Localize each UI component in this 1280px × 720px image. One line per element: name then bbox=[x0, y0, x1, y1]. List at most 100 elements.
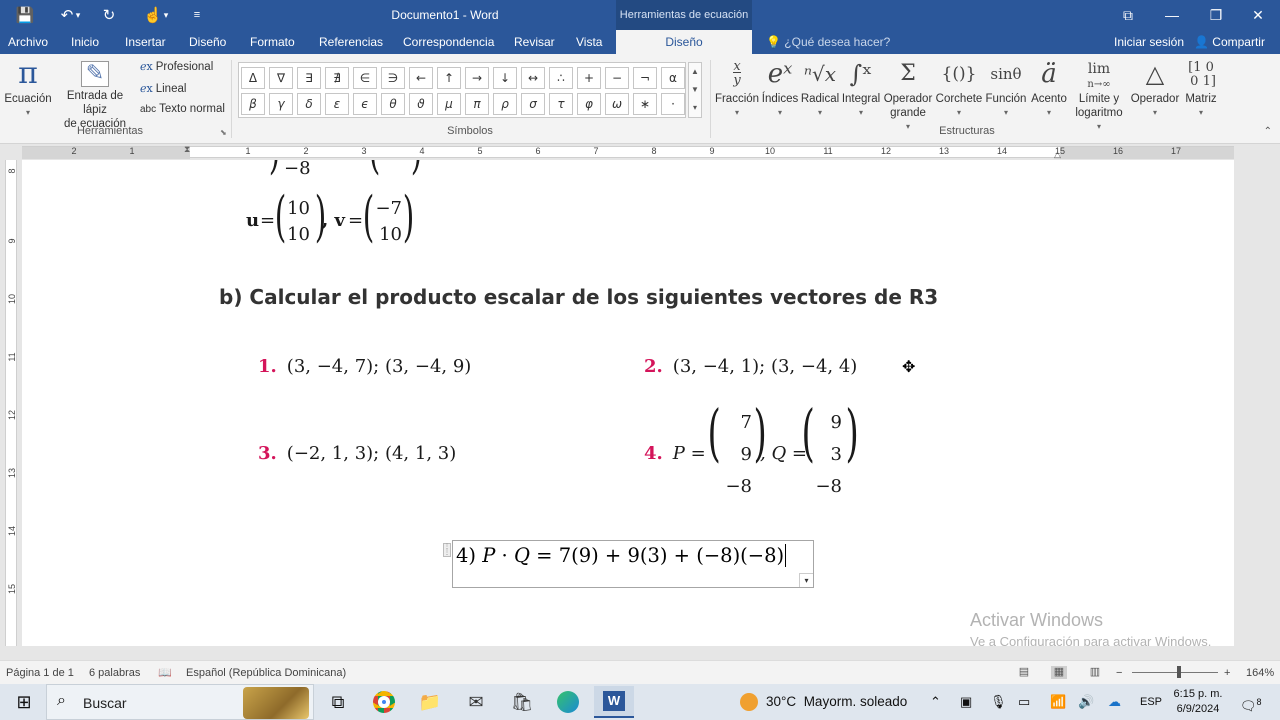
integral-button[interactable]: ∫ˣ Integral ▾ bbox=[840, 58, 882, 120]
proofing-icon[interactable]: 📖 bbox=[158, 661, 172, 685]
web-layout-icon[interactable]: ▥ bbox=[1087, 666, 1103, 679]
horizontal-ruler[interactable]: 2 1 1 2 3 4 5 6 7 8 9 10 11 12 13 14 15 … bbox=[0, 144, 1280, 160]
print-layout-icon[interactable]: ▦ bbox=[1051, 666, 1067, 679]
onedrive-icon[interactable]: ☁ bbox=[1108, 684, 1121, 720]
symbol-button[interactable]: μ bbox=[437, 93, 461, 115]
wifi-icon[interactable]: 📶 bbox=[1050, 684, 1066, 720]
normal-text-option[interactable]: abc Texto normal bbox=[140, 103, 225, 115]
mail-icon[interactable]: ✉ bbox=[456, 686, 496, 718]
symbol-button[interactable]: τ bbox=[549, 93, 573, 115]
symbol-button[interactable]: → bbox=[465, 67, 489, 89]
symbol-button[interactable]: π bbox=[465, 93, 489, 115]
minimize-button[interactable]: — bbox=[1150, 0, 1194, 30]
undo-dropdown-icon[interactable]: ▾ bbox=[70, 0, 86, 30]
tab-revisar[interactable]: Revisar bbox=[506, 30, 563, 54]
accent-button[interactable]: ä Acento ▾ bbox=[1028, 58, 1070, 120]
limit-log-button[interactable]: lim n→∞ Límite y logaritmo ▾ bbox=[1070, 58, 1128, 134]
tab-insertar[interactable]: Insertar bbox=[117, 30, 174, 54]
equation-content[interactable]: 4) P · Q = 7(9) + 9(3) + (−8)(−8) bbox=[456, 544, 787, 567]
symbol-button[interactable]: ∋ bbox=[381, 67, 405, 89]
symbols-gallery-scroll[interactable]: ▲ ▼ ▾ bbox=[688, 62, 702, 118]
large-operator-button[interactable]: Σ Operador grande ▾ bbox=[882, 58, 934, 134]
document-page[interactable]: −8 ) ( ) u = ( 10 10 ) , v = ( −7 10 ) b… bbox=[22, 160, 1234, 646]
tab-diseno[interactable]: Diseño bbox=[181, 30, 234, 54]
show-hidden-icons[interactable]: ⌃ bbox=[930, 684, 941, 720]
matrix-button[interactable]: [1 0 0 1] Matriz ▾ bbox=[1182, 58, 1220, 120]
vertical-ruler[interactable]: 8 9 10 11 12 13 14 15 bbox=[0, 160, 22, 646]
symbol-button[interactable]: Δ bbox=[241, 67, 265, 89]
symbol-button[interactable]: ∃ bbox=[297, 67, 321, 89]
input-language[interactable]: ESP bbox=[1140, 684, 1162, 720]
tab-vista[interactable]: Vista bbox=[568, 30, 610, 54]
chrome-icon[interactable] bbox=[364, 686, 404, 718]
notifications-icon[interactable]: 🗨8 bbox=[1240, 684, 1262, 720]
symbol-button[interactable]: ← bbox=[409, 67, 433, 89]
volume-icon[interactable]: 🔊 bbox=[1078, 684, 1094, 720]
symbol-button[interactable]: ∴ bbox=[549, 67, 573, 89]
symbol-button[interactable]: · bbox=[661, 93, 685, 115]
close-button[interactable]: ✕ bbox=[1236, 0, 1280, 30]
taskbar-clock[interactable]: 6:15 p. m. 6/9/2024 bbox=[1168, 687, 1228, 717]
symbol-button[interactable]: β bbox=[241, 93, 265, 115]
linear-option[interactable]: ℯx Lineal bbox=[140, 82, 186, 95]
repeat-icon[interactable]: ↻ bbox=[92, 0, 126, 30]
symbol-button[interactable]: ∗ bbox=[633, 93, 657, 115]
function-button[interactable]: sinθ Función ▾ bbox=[984, 58, 1028, 120]
radical-button[interactable]: ⁿ√x Radical ▾ bbox=[800, 58, 840, 120]
equation-options-dropdown[interactable]: ▾ bbox=[799, 573, 813, 587]
touch-dropdown-icon[interactable]: ▾ bbox=[158, 0, 174, 30]
customize-qat-icon[interactable]: ≡ bbox=[180, 0, 214, 30]
tell-me-search[interactable]: 💡 ¿Qué desea hacer? bbox=[766, 30, 890, 54]
tab-referencias[interactable]: Referencias bbox=[311, 30, 391, 54]
zoom-slider[interactable] bbox=[1132, 672, 1218, 673]
symbol-button[interactable]: θ bbox=[381, 93, 405, 115]
operator-button[interactable]: △ Operador ▾ bbox=[1128, 58, 1182, 120]
symbol-button[interactable]: ↑ bbox=[437, 67, 461, 89]
zoom-level[interactable]: 164% bbox=[1246, 661, 1274, 685]
meet-icon[interactable]: ▣ bbox=[960, 684, 972, 720]
symbol-button[interactable]: ω bbox=[605, 93, 629, 115]
zoom-in-button[interactable]: + bbox=[1224, 661, 1230, 685]
task-view-icon[interactable]: ⧉ bbox=[318, 686, 358, 718]
read-mode-icon[interactable]: ▤ bbox=[1016, 666, 1032, 679]
tab-equation-design[interactable]: Diseño bbox=[616, 30, 752, 54]
equation-editor[interactable]: ⋮ ⋮ 4) P · Q = 7(9) + 9(3) + (−8)(−8) ▾ bbox=[443, 540, 814, 588]
windows-start-icon[interactable]: ⊞ bbox=[8, 684, 40, 720]
vertical-scrollbar[interactable] bbox=[1234, 160, 1280, 646]
fraction-button[interactable]: xy Fracción ▾ bbox=[714, 58, 760, 120]
ribbon-display-options-icon[interactable]: ⧉ bbox=[1106, 0, 1150, 30]
zoom-out-button[interactable]: − bbox=[1116, 661, 1122, 685]
word-count[interactable]: 6 palabras bbox=[89, 661, 140, 685]
language-indicator[interactable]: Español (República Dominicana) bbox=[186, 661, 346, 685]
symbol-button[interactable]: α bbox=[661, 67, 685, 89]
right-indent-marker-icon[interactable]: △ bbox=[1054, 149, 1061, 160]
tab-archivo[interactable]: Archivo bbox=[0, 30, 56, 54]
symbol-button[interactable]: ϑ bbox=[409, 93, 433, 115]
tab-formato[interactable]: Formato bbox=[242, 30, 303, 54]
collapse-ribbon-icon[interactable]: ⌃ bbox=[1264, 126, 1272, 137]
symbol-button[interactable]: − bbox=[605, 67, 629, 89]
equation-button[interactable]: π Ecuación ▾ bbox=[4, 58, 52, 120]
symbol-button[interactable]: ∄ bbox=[325, 67, 349, 89]
symbol-button[interactable]: ρ bbox=[493, 93, 517, 115]
symbol-button[interactable]: ϵ bbox=[353, 93, 377, 115]
file-explorer-icon[interactable]: 📁 bbox=[410, 686, 450, 718]
symbol-button[interactable]: ↓ bbox=[493, 67, 517, 89]
bracket-button[interactable]: {()} Corchete ▾ bbox=[934, 58, 984, 120]
sign-in-link[interactable]: Iniciar sesión bbox=[1114, 30, 1184, 54]
tab-inicio[interactable]: Inicio bbox=[63, 30, 107, 54]
battery-icon[interactable]: ▭ bbox=[1018, 684, 1030, 720]
page-count[interactable]: Página 1 de 1 bbox=[6, 661, 74, 685]
equation-move-handle[interactable]: ⋮ ⋮ bbox=[443, 543, 451, 557]
restore-button[interactable]: ❐ bbox=[1194, 0, 1238, 30]
symbol-button[interactable]: + bbox=[577, 67, 601, 89]
symbol-button[interactable]: ε bbox=[325, 93, 349, 115]
symbol-button[interactable]: ¬ bbox=[633, 67, 657, 89]
symbol-button[interactable]: σ bbox=[521, 93, 545, 115]
weather-widget[interactable]: 30°C Mayorm. soleado bbox=[740, 684, 907, 720]
symbol-button[interactable]: ∇ bbox=[269, 67, 293, 89]
symbol-button[interactable]: ∈ bbox=[353, 67, 377, 89]
word-taskbar-icon[interactable]: W bbox=[594, 686, 634, 718]
share-button[interactable]: 👤 Compartir bbox=[1194, 30, 1265, 54]
symbol-button[interactable]: δ bbox=[297, 93, 321, 115]
